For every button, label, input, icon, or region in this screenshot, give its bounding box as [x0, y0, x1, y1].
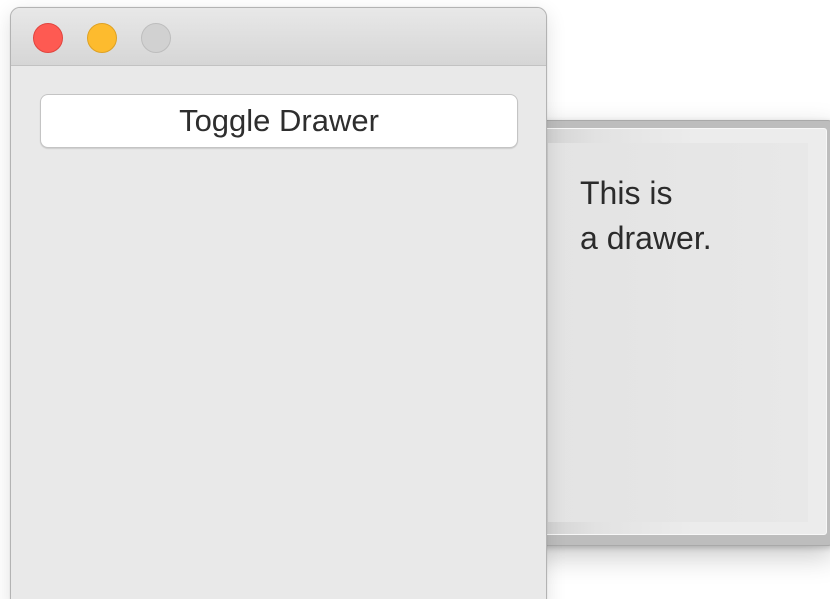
- desktop: This is a drawer. Toggle Drawer: [0, 0, 830, 599]
- title-bar[interactable]: [11, 8, 546, 66]
- main-window: Toggle Drawer: [10, 7, 547, 599]
- drawer: This is a drawer.: [528, 120, 830, 546]
- drawer-frame: This is a drawer.: [535, 128, 827, 535]
- minimize-button[interactable]: [87, 23, 117, 53]
- drawer-text: This is a drawer.: [580, 175, 712, 256]
- toggle-drawer-button[interactable]: Toggle Drawer: [40, 94, 518, 148]
- zoom-button: [141, 23, 171, 53]
- close-button[interactable]: [33, 23, 63, 53]
